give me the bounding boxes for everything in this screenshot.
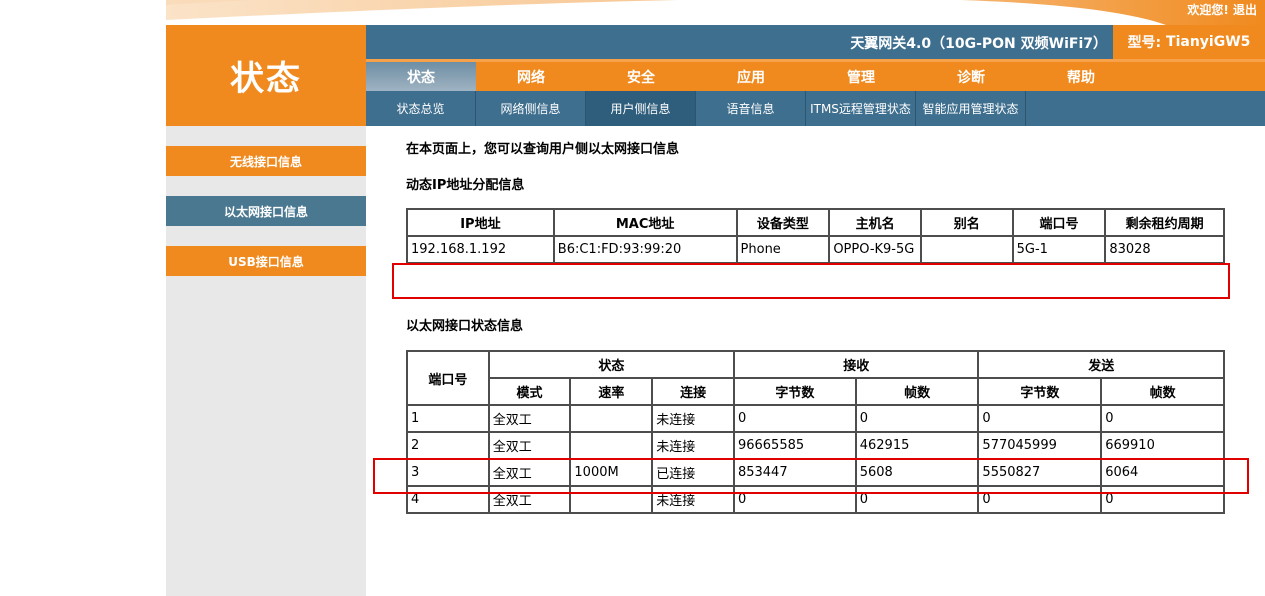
cell-connection: 未连接 — [651, 404, 735, 433]
table-row: 192.168.1.192 B6:C1:FD:93:99:20 Phone OP… — [406, 235, 1225, 264]
header-rx-bytes: 字节数 — [732, 377, 857, 406]
cell-connection: 未连接 — [651, 431, 735, 460]
table-row: 1 全双工 未连接 0 0 0 0 — [406, 404, 1225, 433]
nav-security[interactable]: 安全 — [586, 62, 696, 91]
table-header-row: 端口号 状态 接收 发送 — [406, 350, 1225, 406]
intro-text: 在本页面上，您可以查询用户侧以太网接口信息 — [406, 142, 680, 157]
header-speed: 速率 — [569, 377, 654, 406]
cell-lease: 83028 — [1104, 235, 1225, 264]
sidebar-item-ethernet[interactable]: 以太网接口信息 — [166, 196, 366, 226]
model-value: TianyiGW5 — [1166, 34, 1251, 50]
nav-help[interactable]: 帮助 — [1026, 62, 1136, 91]
highlight-box-port3-row — [373, 458, 1249, 494]
header-hostname: 主机名 — [828, 208, 922, 237]
subnav-network-side-info[interactable]: 网络侧信息 — [476, 91, 586, 126]
cell-speed — [569, 404, 654, 433]
sub-nav: 状态总览 网络侧信息 用户侧信息 语音信息 ITMS远程管理状态 智能应用管理状… — [366, 91, 1265, 126]
header-bar: 天翼网关4.0（10G-PON 双频WiFi7） 型号: TianyiGW5 — [366, 25, 1265, 59]
cell-alias — [919, 235, 1014, 264]
cell-speed — [569, 431, 654, 460]
table-row: 2 全双工 未连接 96665585 462915 577045999 6699… — [406, 431, 1225, 460]
cell-port: 2 — [406, 431, 490, 460]
header-rx-frames: 帧数 — [854, 377, 980, 406]
subnav-user-side-info[interactable]: 用户侧信息 — [586, 91, 696, 126]
cell-mode: 全双工 — [487, 431, 572, 460]
cell-port: 5G-1 — [1011, 235, 1107, 264]
main-nav: 状态 网络 安全 应用 管理 诊断 帮助 — [366, 62, 1265, 91]
nav-network[interactable]: 网络 — [476, 62, 586, 91]
header-connection: 连接 — [651, 377, 735, 406]
cell-tx-frames: 0 — [1100, 404, 1225, 433]
subnav-voice-info[interactable]: 语音信息 — [696, 91, 806, 126]
header-status-group: 状态 — [487, 350, 735, 379]
header-alias: 别名 — [919, 208, 1014, 237]
nav-management[interactable]: 管理 — [806, 62, 916, 91]
header-port-number: 端口号 — [406, 350, 490, 406]
cell-rx-bytes: 96665585 — [732, 431, 857, 460]
table-header-row: IP地址 MAC地址 设备类型 主机名 别名 端口号 剩余租约周期 — [406, 208, 1225, 237]
cell-tx-bytes: 577045999 — [977, 431, 1103, 460]
highlight-box-dhcp-row — [392, 263, 1230, 299]
nav-diagnosis[interactable]: 诊断 — [916, 62, 1026, 91]
device-name: 天翼网关4.0（10G-PON 双频WiFi7） — [850, 36, 1107, 52]
table-subheader-row: 模式 速率 连接 字节数 帧数 字节数 帧数 — [407, 377, 1225, 406]
cell-rx-bytes: 0 — [732, 404, 857, 433]
cell-mode: 全双工 — [487, 404, 572, 433]
header-send-group: 发送 — [977, 350, 1225, 379]
nav-status[interactable]: 状态 — [366, 62, 476, 91]
nav-application[interactable]: 应用 — [696, 62, 806, 91]
top-banner: 欢迎您! 退出 — [166, 0, 1265, 25]
page-title: 状态 — [230, 59, 302, 99]
cell-tx-frames: 669910 — [1100, 431, 1225, 460]
welcome-text: 欢迎您! — [1187, 3, 1229, 17]
subnav-itms-status[interactable]: ITMS远程管理状态 — [806, 91, 916, 126]
subnav-smart-app-status[interactable]: 智能应用管理状态 — [916, 91, 1026, 126]
top-links: 欢迎您! 退出 — [1187, 1, 1257, 18]
cell-tx-bytes: 0 — [977, 404, 1103, 433]
dhcp-table: IP地址 MAC地址 设备类型 主机名 别名 端口号 剩余租约周期 192.16… — [406, 208, 1225, 264]
left-gutter — [0, 0, 166, 596]
cell-ip: 192.168.1.192 — [406, 235, 555, 264]
header-port: 端口号 — [1011, 208, 1107, 237]
cell-hostname: OPPO-K9-5G — [828, 235, 922, 264]
page-title-block: 状态 — [166, 25, 366, 126]
header-mode: 模式 — [487, 377, 572, 406]
header-tx-frames: 帧数 — [1100, 377, 1225, 406]
header-tx-bytes: 字节数 — [977, 377, 1103, 406]
sidebar-item-wireless[interactable]: 无线接口信息 — [166, 146, 366, 176]
cell-mac: B6:C1:FD:93:99:20 — [552, 235, 738, 264]
cell-device-type: Phone — [735, 235, 831, 264]
subnav-status-overview[interactable]: 状态总览 — [366, 91, 476, 126]
dhcp-section-title: 动态IP地址分配信息 — [406, 178, 525, 193]
logout-link[interactable]: 退出 — [1233, 3, 1257, 17]
ethernet-section-title: 以太网接口状态信息 — [406, 319, 524, 334]
sidebar-item-usb[interactable]: USB接口信息 — [166, 246, 366, 276]
banner-swoosh-graphic — [166, 0, 1265, 25]
cell-port: 1 — [406, 404, 490, 433]
header-device-type: 设备类型 — [735, 208, 831, 237]
header-receive-group: 接收 — [732, 350, 980, 379]
model-label: 型号: — [1127, 35, 1162, 51]
header-mac: MAC地址 — [552, 208, 738, 237]
header-lease: 剩余租约周期 — [1104, 208, 1225, 237]
header-ip: IP地址 — [406, 208, 555, 237]
model-info: 型号: TianyiGW5 — [1113, 25, 1265, 59]
cell-rx-frames: 462915 — [854, 431, 980, 460]
cell-rx-frames: 0 — [854, 404, 980, 433]
router-status-page: 欢迎您! 退出 状态 天翼网关4.0（10G-PON 双频WiFi7） 型号: … — [0, 0, 1265, 596]
